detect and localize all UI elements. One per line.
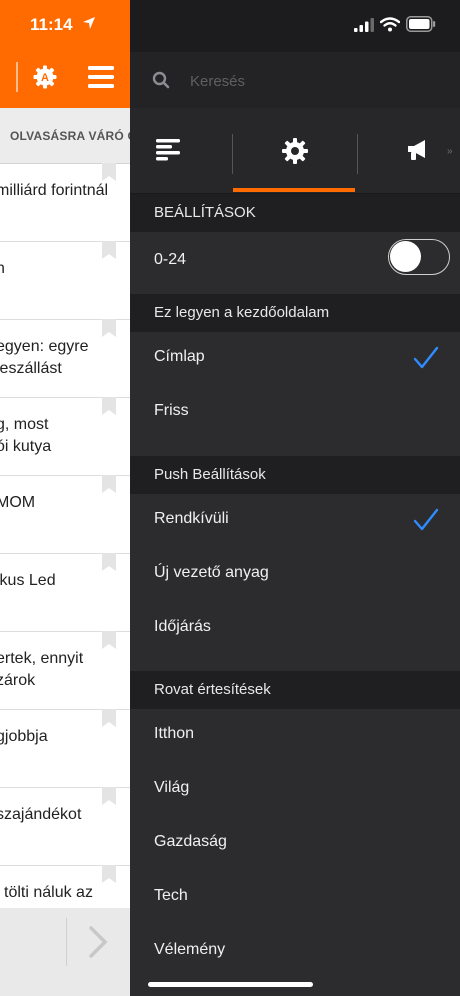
bookmark-icon[interactable] bbox=[102, 553, 116, 571]
status-bar bbox=[130, 0, 460, 52]
home-indicator[interactable] bbox=[148, 982, 313, 987]
article-row[interactable]: milliárd forintnál bbox=[0, 163, 130, 242]
article-title: gjobbja bbox=[0, 728, 48, 745]
toolbar-divider bbox=[66, 918, 67, 966]
option-label: Vélemény bbox=[154, 941, 226, 958]
option-friss[interactable]: Friss bbox=[130, 386, 460, 440]
drawer-tab-bar: » bbox=[130, 108, 460, 194]
option-label: Rendkívüli bbox=[154, 510, 229, 527]
location-arrow-icon bbox=[82, 16, 96, 33]
tab-settings[interactable] bbox=[233, 108, 357, 192]
bookmark-icon[interactable] bbox=[102, 163, 116, 181]
option-vilag[interactable]: Világ bbox=[130, 763, 460, 817]
battery-icon bbox=[406, 16, 436, 32]
option-tech[interactable]: Tech bbox=[130, 871, 460, 925]
section-header-rovat: Rovat értesítések bbox=[130, 671, 460, 709]
section-label: Rovat értesítések bbox=[154, 681, 271, 698]
article-row[interactable]: g, most ói kutya bbox=[0, 397, 130, 476]
bookmark-icon[interactable] bbox=[102, 241, 116, 259]
bookmark-icon[interactable] bbox=[102, 787, 116, 805]
section-header-push: Push Beállítások bbox=[130, 456, 460, 494]
search-icon bbox=[152, 71, 170, 89]
option-rendkivuli[interactable]: Rendkívüli bbox=[130, 494, 460, 548]
toggle-024[interactable] bbox=[388, 239, 450, 275]
bookmark-icon[interactable] bbox=[102, 709, 116, 727]
status-time: 11:14 bbox=[30, 15, 73, 34]
article-title: milliárd forintnál bbox=[0, 182, 109, 199]
option-cimlap[interactable]: Címlap bbox=[130, 332, 460, 386]
reading-list-tab-label: OLVASÁSRA VÁRÓ CI bbox=[10, 129, 130, 143]
tab-sections[interactable] bbox=[130, 108, 232, 192]
section-label: BEÁLLÍTÁSOK bbox=[154, 204, 256, 221]
article-row[interactable]: szajándékot bbox=[0, 787, 130, 866]
section-header-homepage: Ez legyen a kezdőoldalam bbox=[130, 294, 460, 332]
option-label: Új vezető anyag bbox=[154, 564, 269, 581]
svg-text:A: A bbox=[41, 72, 49, 84]
article-title: l tölti náluk az bbox=[0, 884, 93, 901]
option-velemeny[interactable]: Vélemény bbox=[130, 925, 460, 979]
article-row[interactable]: gjobbja bbox=[0, 709, 130, 788]
article-title: g, most ói kutya bbox=[0, 416, 52, 455]
app-header: 11:14 A bbox=[0, 0, 130, 108]
chevron-right-icon[interactable] bbox=[86, 922, 110, 962]
option-uj-vezeto-anyag[interactable]: Új vezető anyag bbox=[130, 548, 460, 602]
section-label: Ez legyen a kezdőoldalam bbox=[154, 304, 330, 321]
article-title: ertek, ennyit zárok bbox=[0, 650, 84, 689]
font-settings-icon[interactable]: A bbox=[32, 64, 58, 90]
article-title: egyen: egyre leszállást bbox=[0, 338, 89, 377]
option-label: Gazdaság bbox=[154, 833, 227, 850]
settings-drawer: » BEÁLLÍTÁSOK 0-24 Ez legyen a kezdőolda… bbox=[130, 0, 460, 996]
more-tabs-indicator: » bbox=[447, 146, 453, 157]
article-title: MOM bbox=[0, 494, 36, 511]
option-label: Tech bbox=[154, 887, 188, 904]
bookmark-icon[interactable] bbox=[102, 397, 116, 415]
article-row[interactable]: MOM bbox=[0, 475, 130, 554]
option-label: Világ bbox=[154, 779, 190, 796]
bookmark-icon[interactable] bbox=[102, 865, 116, 883]
option-itthon[interactable]: Itthon bbox=[130, 709, 460, 763]
hamburger-menu-icon[interactable] bbox=[88, 66, 114, 88]
header-divider bbox=[16, 62, 18, 92]
bottom-toolbar bbox=[0, 908, 130, 996]
article-row[interactable]: egyen: egyre leszállást bbox=[0, 319, 130, 398]
article-row[interactable]: ikus Led bbox=[0, 553, 130, 632]
megaphone-icon bbox=[408, 140, 425, 160]
option-gazdasag[interactable]: Gazdaság bbox=[130, 817, 460, 871]
gear-icon bbox=[282, 138, 308, 164]
search-input[interactable] bbox=[190, 70, 440, 92]
option-label: Itthon bbox=[154, 725, 195, 742]
article-title: ikus Led bbox=[0, 572, 56, 589]
article-list-panel: 11:14 A OLVASÁSRA VÁRÓ CI milliárd forin… bbox=[0, 0, 130, 996]
toggle-knob bbox=[390, 241, 421, 272]
wifi-icon bbox=[380, 17, 400, 32]
article-row[interactable]: n bbox=[0, 241, 130, 320]
option-label: Címlap bbox=[154, 348, 205, 365]
bookmark-icon[interactable] bbox=[102, 475, 116, 493]
active-tab-indicator bbox=[233, 188, 355, 192]
setting-label-024: 0-24 bbox=[154, 251, 187, 268]
checkmark-icon bbox=[413, 508, 439, 531]
article-title: n bbox=[0, 260, 5, 277]
option-label: Időjárás bbox=[154, 618, 211, 635]
section-label: Push Beállítások bbox=[154, 466, 266, 483]
checkmark-icon bbox=[413, 346, 439, 369]
option-idojaras[interactable]: Időjárás bbox=[130, 602, 460, 656]
section-header-settings: BEÁLLÍTÁSOK bbox=[130, 194, 460, 232]
article-row[interactable]: ertek, ennyit zárok bbox=[0, 631, 130, 710]
tab-announcements[interactable]: » bbox=[358, 108, 460, 192]
bookmark-icon[interactable] bbox=[102, 631, 116, 649]
signal-icon bbox=[354, 18, 374, 32]
bookmark-icon[interactable] bbox=[102, 319, 116, 337]
article-title: szajándékot bbox=[0, 806, 82, 823]
option-label: Friss bbox=[154, 402, 189, 419]
list-icon bbox=[156, 139, 180, 161]
reading-list-tab[interactable]: OLVASÁSRA VÁRÓ CI bbox=[0, 108, 130, 164]
